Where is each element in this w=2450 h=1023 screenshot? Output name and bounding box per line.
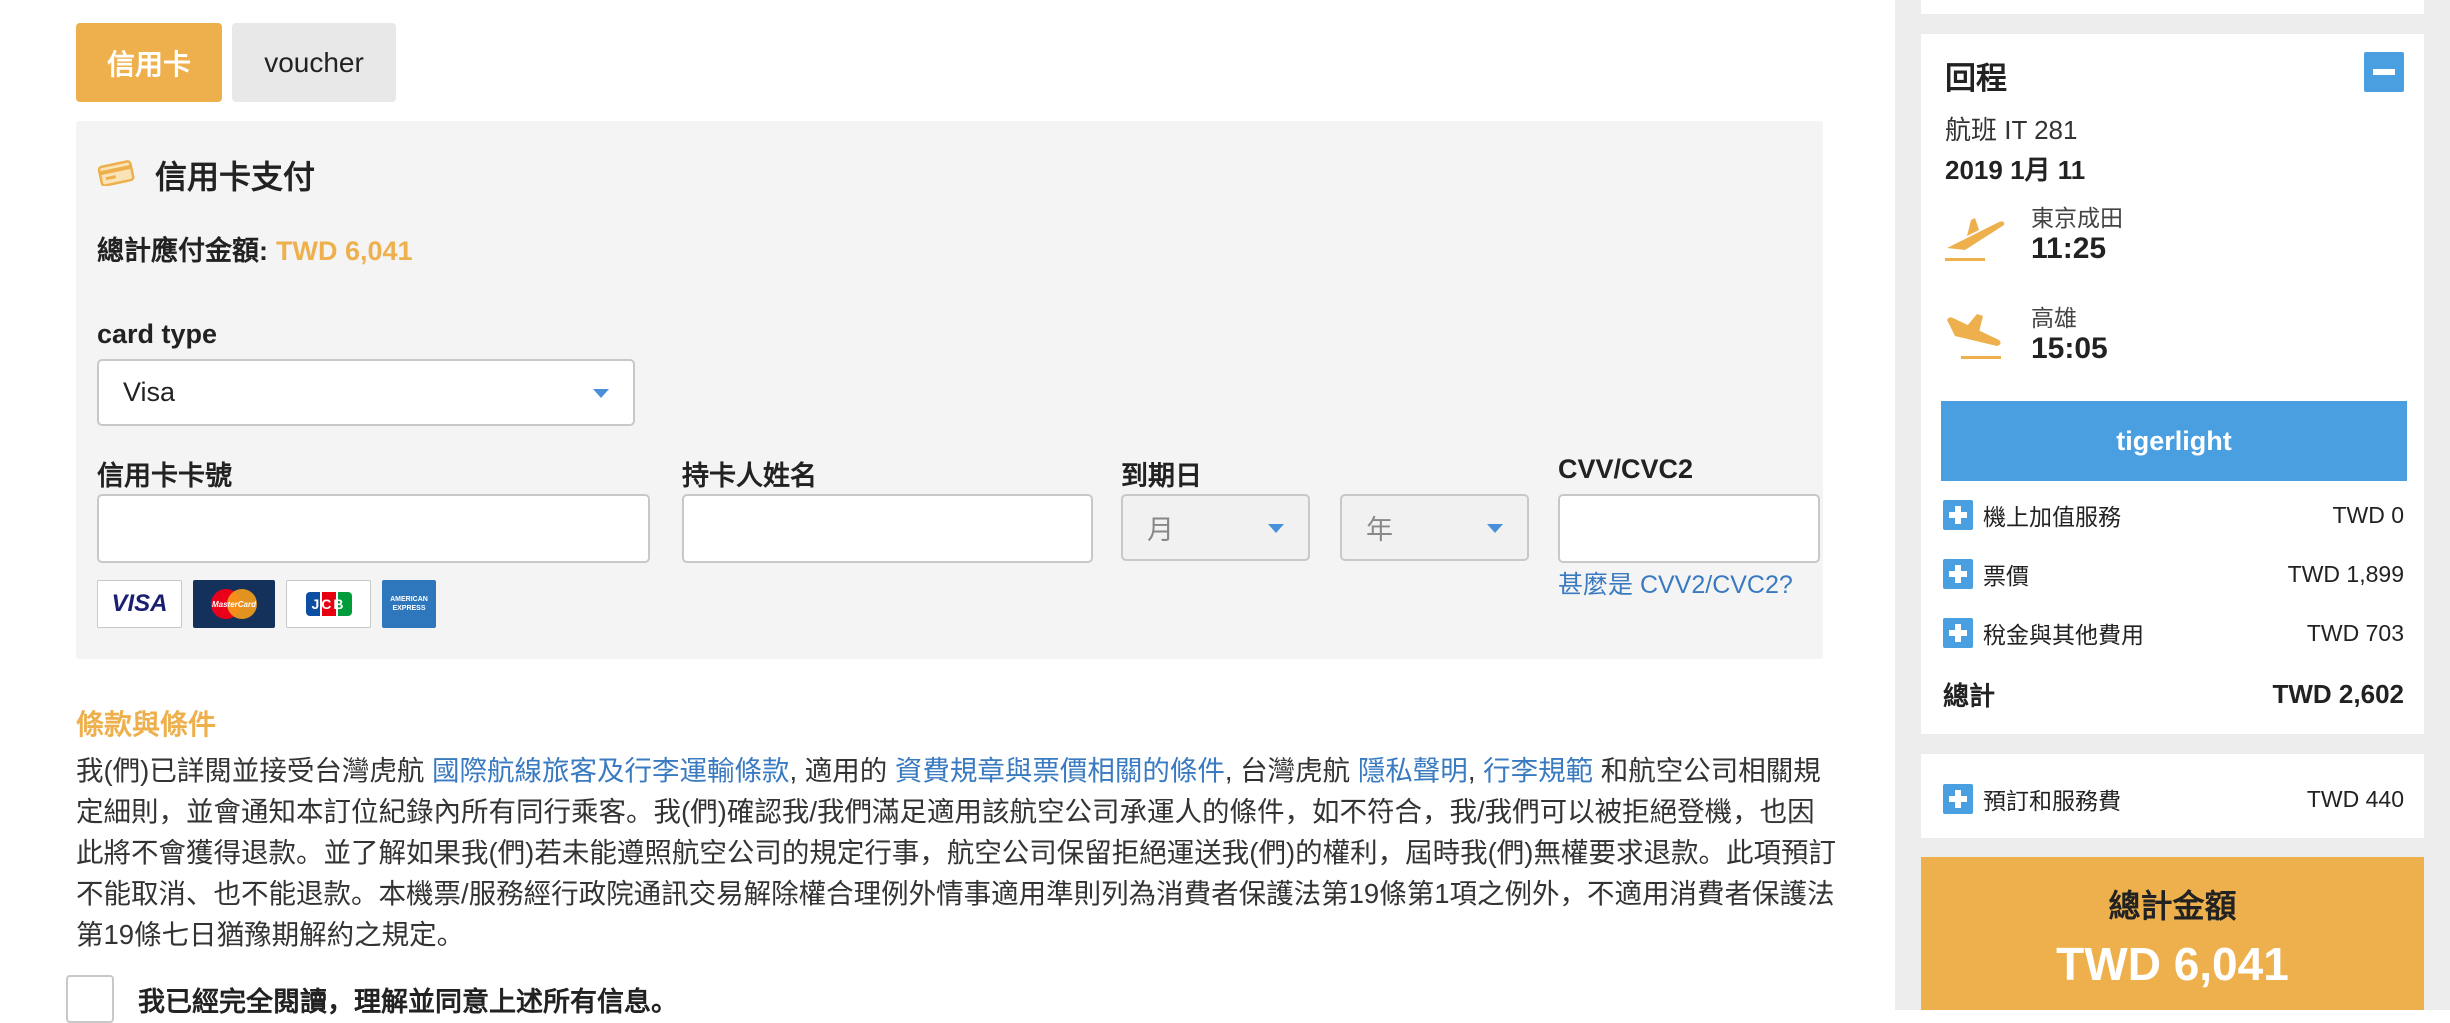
cardholder-input[interactable] bbox=[682, 494, 1093, 563]
panel-header: 信用卡支付 bbox=[97, 153, 315, 197]
terms-text: , 台灣虎航 bbox=[1224, 755, 1358, 786]
tab-voucher[interactable]: voucher bbox=[232, 23, 396, 102]
total-due-label: 總計應付金額: bbox=[97, 236, 268, 266]
row-value: TWD 0 bbox=[2332, 501, 2404, 528]
plane-takeoff-icon bbox=[1941, 214, 2007, 269]
link-privacy[interactable]: 隱私聲明 bbox=[1358, 755, 1468, 786]
grand-total-box: 總計金額 TWD 6,041 bbox=[1921, 857, 2424, 1010]
caret-down-icon bbox=[1268, 523, 1284, 533]
card-icon bbox=[97, 159, 135, 191]
expiry-month-select[interactable]: 月 bbox=[1121, 494, 1310, 561]
booking-summary-sidebar: 回程 航班 IT 281 2019 1月 11 東京成田 11:25 高雄 15… bbox=[1895, 0, 2450, 1010]
terms-title: 條款與條件 bbox=[76, 709, 217, 740]
fare-row[interactable]: 票價 TWD 1,899 bbox=[1943, 557, 2404, 591]
visa-logo-icon: VISA bbox=[97, 580, 182, 628]
year-placeholder: 年 bbox=[1366, 515, 1393, 545]
agree-label: 我已經完全閱讀，理解並同意上述所有信息。 bbox=[138, 987, 678, 1017]
tab-credit-card[interactable]: 信用卡 bbox=[76, 23, 222, 102]
expiry-year-select[interactable]: 年 bbox=[1340, 494, 1529, 561]
fare-type-banner: tigerlight bbox=[1941, 401, 2407, 481]
jcb-logo-text: JCB bbox=[311, 596, 346, 612]
addon-row[interactable]: 機上加值服務 TWD 0 bbox=[1943, 498, 2404, 532]
caret-down-icon bbox=[1487, 523, 1503, 533]
tax-row[interactable]: 稅金與其他費用 TWD 703 bbox=[1943, 616, 2404, 650]
row-value: TWD 1,899 bbox=[2287, 560, 2404, 587]
card-type-value: Visa bbox=[123, 377, 176, 407]
card-number-label: 信用卡卡號 bbox=[97, 461, 232, 491]
booking-fee-row[interactable]: 預訂和服務費 TWD 440 bbox=[1943, 782, 2404, 816]
flight-date: 2019 1月 11 bbox=[1945, 155, 2086, 185]
plus-icon[interactable] bbox=[1943, 784, 1973, 814]
summary-card-top bbox=[1921, 0, 2424, 14]
credit-card-panel: 信用卡支付 總計應付金額: TWD 6,041 card type Visa 信用… bbox=[76, 121, 1823, 659]
total-due-amount: TWD 6,041 bbox=[276, 236, 413, 266]
mastercard-logo-text: MasterCard bbox=[211, 599, 256, 609]
row-label: 機上加值服務 bbox=[1983, 504, 2121, 530]
row-value: TWD 703 bbox=[2306, 619, 2404, 646]
visa-logo-text: VISA bbox=[111, 590, 168, 617]
agree-checkbox[interactable] bbox=[66, 975, 114, 1023]
booking-fee-value: TWD 440 bbox=[2306, 785, 2404, 812]
flight-number: 航班 IT 281 bbox=[1945, 115, 2078, 145]
plane-landing-icon bbox=[1941, 310, 2007, 369]
minus-icon[interactable] bbox=[2364, 52, 2404, 92]
cvv-help-link[interactable]: 甚麼是 CVV2/CVC2? bbox=[1558, 565, 1793, 601]
return-title: 回程 bbox=[1945, 61, 2007, 96]
booking-fee-label: 預訂和服務費 bbox=[1983, 788, 2121, 814]
card-number-input[interactable] bbox=[97, 494, 650, 563]
amex-logo-icon: AMERICAN EXPRESS bbox=[382, 580, 436, 628]
amex-logo-text: AMERICAN EXPRESS bbox=[390, 596, 428, 612]
subtotal-value: TWD 2,602 bbox=[2272, 679, 2405, 709]
plus-icon[interactable] bbox=[1943, 500, 1973, 530]
depart-time: 11:25 bbox=[2031, 232, 2107, 265]
plus-icon[interactable] bbox=[1943, 559, 1973, 589]
booking-fee-card: 預訂和服務費 TWD 440 bbox=[1921, 754, 2424, 838]
destination-airport: 高雄 bbox=[2031, 305, 2077, 331]
terms-body: 我(們)已詳閱並接受台灣虎航 國際航線旅客及行李運輸條款, 適用的 資費規章與票… bbox=[76, 750, 1836, 955]
panel-title: 信用卡支付 bbox=[155, 159, 316, 195]
arrive-time: 15:05 bbox=[2031, 332, 2108, 365]
row-label: 稅金與其他費用 bbox=[1983, 622, 2144, 648]
terms-text: , 適用的 bbox=[789, 755, 895, 786]
link-baggage[interactable]: 行李規範 bbox=[1483, 755, 1593, 786]
origin-airport: 東京成田 bbox=[2031, 205, 2123, 231]
row-label: 票價 bbox=[1983, 563, 2029, 589]
card-type-label: card type bbox=[97, 319, 218, 349]
mastercard-logo-icon: MasterCard bbox=[193, 580, 275, 628]
cvv-label: CVV/CVC2 bbox=[1558, 454, 1694, 484]
link-fare-rules[interactable]: 資費規章與票價相關的條件 bbox=[895, 755, 1225, 786]
expiry-label: 到期日 bbox=[1121, 461, 1202, 491]
terms-text: , bbox=[1467, 755, 1484, 786]
jcb-logo-icon: JCB bbox=[286, 580, 371, 628]
terms-text: 我(們)已詳閱並接受台灣虎航 bbox=[76, 755, 432, 786]
cardholder-label: 持卡人姓名 bbox=[682, 461, 817, 491]
subtotal-row: 總計 TWD 2,602 bbox=[1943, 676, 2404, 713]
grand-total-value: TWD 6,041 bbox=[2056, 938, 2289, 990]
cvv-input[interactable] bbox=[1558, 494, 1820, 563]
link-transport-terms[interactable]: 國際航線旅客及行李運輸條款 bbox=[432, 755, 790, 786]
total-due: 總計應付金額: TWD 6,041 bbox=[97, 229, 413, 268]
card-type-select[interactable]: Visa bbox=[97, 359, 635, 426]
plus-icon[interactable] bbox=[1943, 618, 1973, 648]
month-placeholder: 月 bbox=[1147, 515, 1174, 545]
grand-total-label: 總計金額 bbox=[2108, 888, 2237, 924]
return-flight-card: 回程 航班 IT 281 2019 1月 11 東京成田 11:25 高雄 15… bbox=[1921, 34, 2424, 734]
subtotal-label: 總計 bbox=[1943, 681, 1996, 711]
caret-down-icon bbox=[593, 388, 609, 398]
